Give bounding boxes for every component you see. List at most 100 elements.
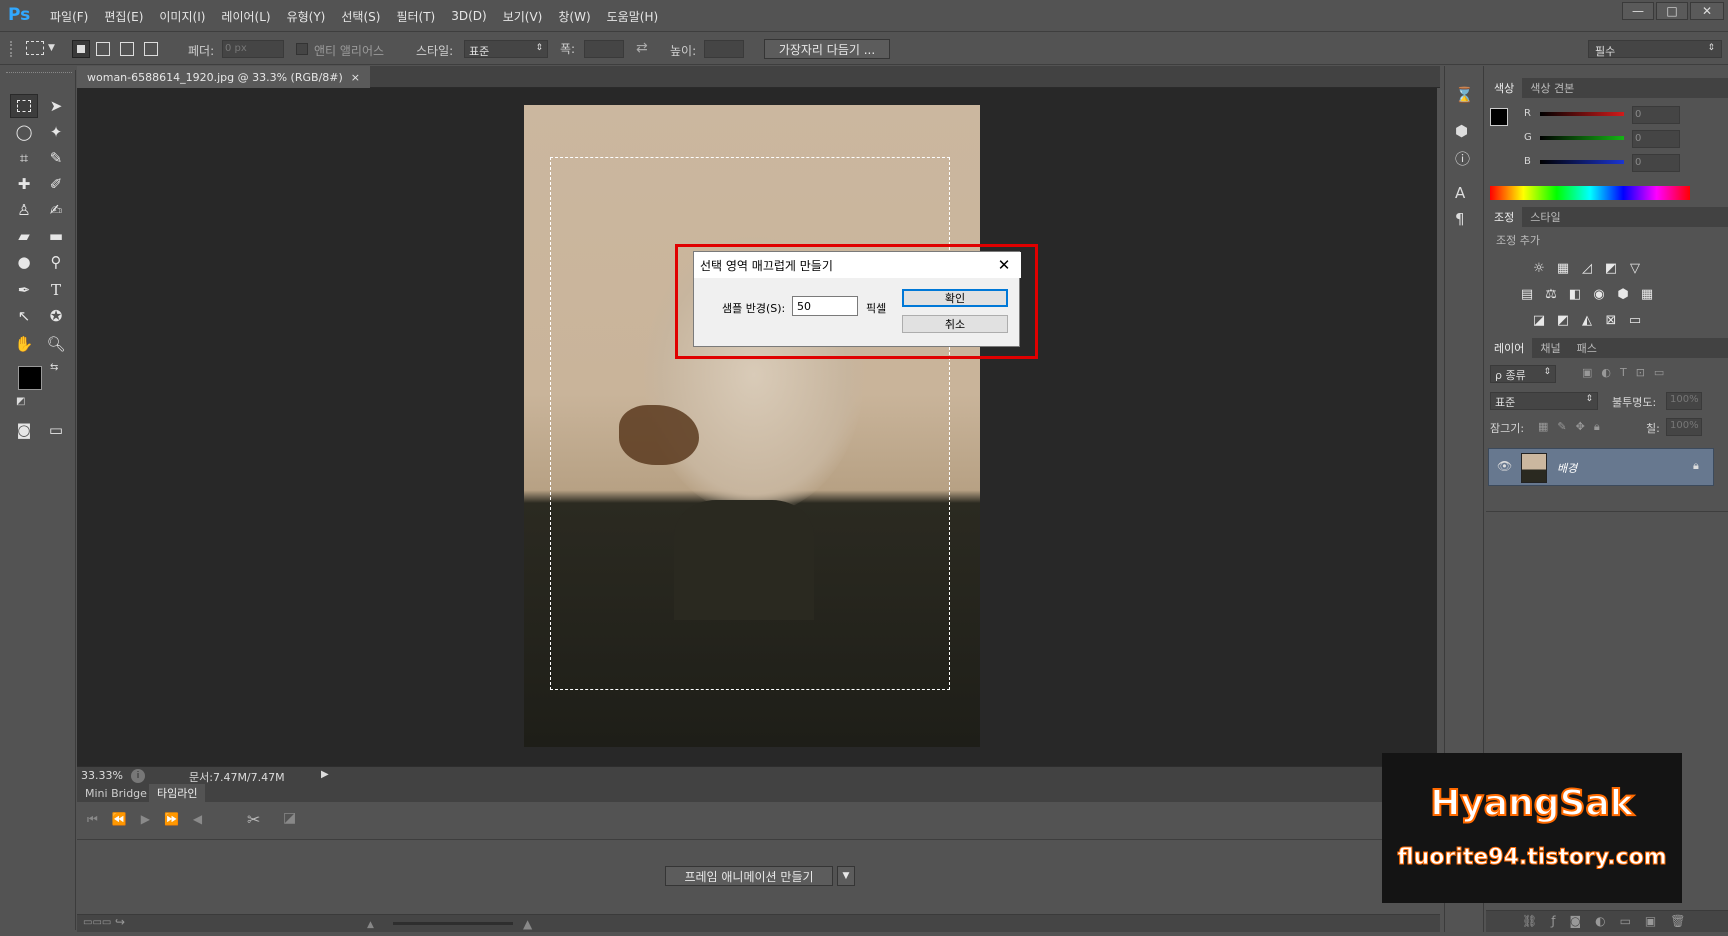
frame-mode-icon[interactable]: ▭▭▭ (83, 917, 111, 928)
transition-icon[interactable]: ◪ (283, 810, 296, 826)
chevron-down-icon[interactable]: ▼ (48, 43, 55, 53)
hand-tool-icon[interactable]: ✋ (10, 332, 38, 356)
lock-icons[interactable]: ▦✎✥🔒︎ (1538, 420, 1609, 434)
eyedropper-tool-icon[interactable]: ✎ (42, 146, 70, 170)
layer-kind-filter[interactable]: ρ 종류 ⇕ (1490, 365, 1556, 383)
crop-tool-icon[interactable]: ⌗ (10, 146, 38, 170)
menu-image[interactable]: 이미지(I) (159, 8, 205, 25)
photo-filter-icon[interactable]: ◉ (1590, 286, 1608, 302)
marquee-tool-icon[interactable] (10, 94, 38, 118)
selective-color-icon[interactable]: ⊠ (1602, 312, 1620, 328)
blur-tool-icon[interactable]: ● (10, 250, 38, 274)
blend-mode-select[interactable]: 표준 ⇕ (1490, 392, 1598, 410)
zoom-in-icon[interactable]: ▲ (523, 917, 532, 931)
menu-file[interactable]: 파일(F) (50, 8, 88, 25)
feather-input[interactable]: 0 px (222, 40, 284, 58)
default-colors-icon[interactable]: ◩ (16, 396, 25, 407)
close-window-button[interactable]: ✕ (1690, 2, 1724, 20)
color-foreground-swatch[interactable] (1490, 108, 1508, 126)
magic-wand-tool-icon[interactable]: ✦ (42, 120, 70, 144)
exposure-icon[interactable]: ◩ (1602, 260, 1620, 276)
channel-r-value[interactable]: 0 (1632, 106, 1680, 124)
channel-b-slider[interactable] (1540, 160, 1624, 164)
menu-edit[interactable]: 편집(E) (104, 8, 143, 25)
tab-close-icon[interactable]: × (351, 71, 360, 84)
healing-brush-tool-icon[interactable]: ✚ (10, 172, 38, 196)
tab-color[interactable]: 색상 (1486, 78, 1523, 98)
character-icon[interactable]: A (1455, 184, 1465, 202)
swap-dimensions-icon[interactable]: ⇄ (636, 40, 648, 56)
info-icon[interactable]: i (131, 769, 145, 783)
vibrance-icon[interactable]: ▽ (1626, 260, 1644, 276)
intersect-selection-icon[interactable] (144, 42, 158, 56)
tab-swatches[interactable]: 색상 견본 (1522, 78, 1582, 98)
new-selection-icon[interactable] (72, 40, 90, 58)
lasso-tool-icon[interactable]: ◯ (10, 120, 38, 144)
posterize-icon[interactable]: ◩ (1554, 312, 1572, 328)
screen-mode-icon[interactable]: ▭ (42, 418, 70, 442)
custom-shape-tool-icon[interactable]: ✪ (42, 304, 70, 328)
menu-type[interactable]: 유형(Y) (287, 8, 326, 25)
history-icon[interactable]: ⌛ (1455, 86, 1474, 104)
subtract-selection-icon[interactable] (120, 42, 134, 56)
color-lookup-icon[interactable]: ▦ (1638, 286, 1656, 302)
history-brush-tool-icon[interactable]: ✍ (42, 198, 70, 222)
foreground-color-swatch[interactable] (18, 366, 42, 390)
workspace-select[interactable]: 필수 ⇕ (1588, 40, 1722, 58)
playback-controls[interactable]: ⏮⏪▶⏩◀ (87, 812, 216, 827)
color-balance-icon[interactable]: ⚖ (1542, 286, 1560, 302)
menu-filter[interactable]: 필터(T) (396, 8, 435, 25)
create-frame-animation-button[interactable]: 프레임 애니메이션 만들기 (665, 866, 833, 886)
tab-paths[interactable]: 패스 (1569, 338, 1605, 358)
opacity-input[interactable]: 100% (1666, 392, 1702, 410)
swap-colors-icon[interactable]: ⇆ (50, 362, 58, 373)
channel-g-slider[interactable] (1540, 136, 1624, 140)
dodge-tool-icon[interactable]: ⚲ (42, 250, 70, 274)
layer-filter-icons[interactable]: ▣◐T⊡▭ (1582, 366, 1673, 379)
layer-action-icons[interactable]: ⛓ƒ◙◐▭▣🗑︎ (1522, 914, 1699, 928)
channel-g-value[interactable]: 0 (1632, 130, 1680, 148)
tab-timeline[interactable]: 타임라인 (149, 784, 206, 802)
chevron-down-icon[interactable]: ▼ (837, 866, 855, 886)
hue-saturation-icon[interactable]: ▤ (1518, 286, 1536, 302)
menu-view[interactable]: 보기(V) (503, 8, 543, 25)
threshold-icon[interactable]: ◭ (1578, 312, 1596, 328)
antialias-checkbox[interactable] (296, 43, 308, 55)
levels-icon[interactable]: ▦ (1554, 260, 1572, 276)
zoom-tool-icon[interactable]: 🔍︎ (42, 332, 70, 356)
eye-icon[interactable]: 👁︎ (1497, 459, 1512, 473)
clone-stamp-tool-icon[interactable]: ♙ (10, 198, 38, 222)
style-select[interactable]: 표준 ⇕ (464, 40, 548, 58)
type-tool-icon[interactable]: T (42, 278, 70, 302)
black-white-icon[interactable]: ◧ (1566, 286, 1584, 302)
menu-select[interactable]: 선택(S) (341, 8, 380, 25)
add-selection-icon[interactable] (96, 42, 110, 56)
layer-name[interactable]: 배경 (1557, 460, 1577, 476)
fill-input[interactable]: 100% (1666, 418, 1702, 436)
lock-icon[interactable]: 🔒︎ (1693, 459, 1699, 473)
menu-help[interactable]: 도움말(H) (607, 8, 659, 25)
tab-layers[interactable]: 레이어 (1486, 338, 1533, 358)
document-tab[interactable]: woman-6588614_1920.jpg @ 33.3% (RGB/8#) … (77, 66, 370, 88)
3d-icon[interactable]: ⬢ (1455, 122, 1468, 140)
info-icon[interactable]: ⓘ (1455, 148, 1470, 169)
menu-window[interactable]: 창(W) (558, 8, 590, 25)
gradient-tool-icon[interactable]: ▬ (42, 224, 70, 248)
zoom-level[interactable]: 33.33% (81, 769, 123, 782)
tab-channels[interactable]: 채널 (1532, 338, 1568, 358)
path-selection-tool-icon[interactable]: ↖ (10, 304, 38, 328)
marquee-preset-icon[interactable] (26, 41, 44, 55)
layer-row-background[interactable]: 👁︎ 배경 🔒︎ (1488, 448, 1714, 486)
convert-icon[interactable]: ↪ (115, 915, 125, 929)
minimize-button[interactable]: — (1622, 2, 1654, 20)
brightness-icon[interactable]: ☼ (1530, 260, 1548, 276)
pen-tool-icon[interactable]: ✒ (10, 278, 38, 302)
scissors-icon[interactable]: ✂ (247, 810, 260, 829)
color-spectrum-bar[interactable] (1490, 186, 1690, 200)
paragraph-icon[interactable]: ¶ (1455, 210, 1465, 228)
brush-tool-icon[interactable]: ✐ (42, 172, 70, 196)
eraser-tool-icon[interactable]: ▰ (10, 224, 38, 248)
curves-icon[interactable]: ◿ (1578, 260, 1596, 276)
tab-adjustments[interactable]: 조정 (1486, 207, 1523, 227)
menu-3d[interactable]: 3D(D) (451, 9, 486, 23)
